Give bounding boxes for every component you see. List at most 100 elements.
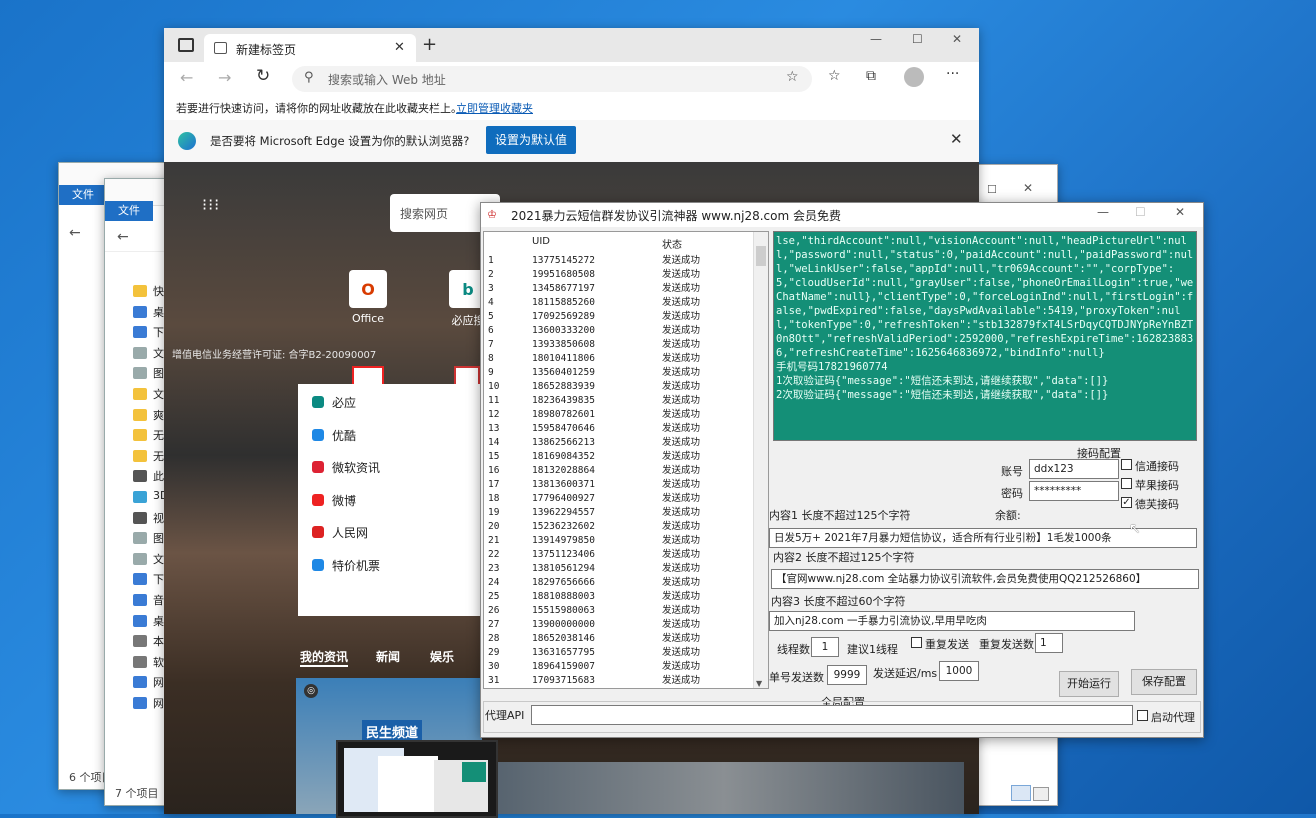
list-row[interactable]: 10 18652883939 发送成功 xyxy=(484,380,754,394)
settings-menu-icon[interactable]: ··· xyxy=(946,66,959,82)
file-tab[interactable]: 文件 xyxy=(59,185,107,205)
tree-item[interactable]: 文 xyxy=(153,386,164,402)
video-thumbnail[interactable] xyxy=(484,762,964,814)
tree-item[interactable]: 网 xyxy=(153,674,164,690)
list-row[interactable]: 27 13900000000 发送成功 xyxy=(484,618,754,632)
col-status[interactable]: 状态 xyxy=(662,236,682,251)
list-row[interactable]: 26 15515980063 发送成功 xyxy=(484,604,754,618)
list-row[interactable]: 17 13813600371 发送成功 xyxy=(484,478,754,492)
close-tab-icon[interactable]: ✕ xyxy=(394,40,405,55)
tree-item[interactable]: 无 xyxy=(153,448,164,464)
save-config-button[interactable]: 保存配置 xyxy=(1131,669,1197,695)
list-row[interactable]: 8 18010411806 发送成功 xyxy=(484,352,754,366)
list-row[interactable]: 13 15958470646 发送成功 xyxy=(484,422,754,436)
repeat-count-input[interactable]: 1 xyxy=(1035,633,1063,653)
list-row[interactable]: 19 13962294557 发送成功 xyxy=(484,506,754,520)
proxy-enable-checkbox[interactable] xyxy=(1137,710,1148,721)
repeat-checkbox[interactable] xyxy=(911,637,922,648)
tree-item[interactable]: 视 xyxy=(153,510,164,526)
add-favorite-icon[interactable]: ☆ xyxy=(786,69,799,85)
menu-item[interactable]: 人民网 xyxy=(332,524,368,541)
minimize-icon[interactable]: — xyxy=(1097,205,1109,219)
tree-item[interactable]: 音 xyxy=(153,592,164,608)
scroll-down-icon[interactable]: ▼ xyxy=(756,679,762,688)
back-icon[interactable]: ← xyxy=(180,68,193,87)
list-row[interactable]: 14 13862566213 发送成功 xyxy=(484,436,754,450)
tree-item[interactable]: 文 xyxy=(153,551,164,567)
close-icon[interactable]: ✕ xyxy=(1023,181,1033,195)
password-input[interactable]: ********* xyxy=(1029,481,1119,501)
set-default-button[interactable]: 设置为默认值 xyxy=(486,126,576,154)
tree-item[interactable]: 桌 xyxy=(153,613,164,629)
tree-item[interactable]: 图 xyxy=(153,365,164,381)
list-row[interactable]: 31 17093715683 发送成功 xyxy=(484,674,754,688)
list-row[interactable]: 21 13914979850 发送成功 xyxy=(484,534,754,548)
list-row[interactable]: 23 13810561294 发送成功 xyxy=(484,562,754,576)
list-row[interactable]: 4 18115885260 发送成功 xyxy=(484,296,754,310)
list-scrollbar[interactable]: ▼ xyxy=(753,232,768,688)
list-row[interactable]: 1 13775145272 发送成功 xyxy=(484,254,754,268)
list-row[interactable]: 25 18810888003 发送成功 xyxy=(484,590,754,604)
list-row[interactable]: 15 18169084352 发送成功 xyxy=(484,450,754,464)
tab-actions-icon[interactable] xyxy=(178,38,194,52)
tree-item[interactable]: 软 xyxy=(153,654,164,670)
single-count-input[interactable]: 9999 xyxy=(827,665,867,685)
apple-checkbox[interactable] xyxy=(1121,478,1132,489)
tree-item[interactable]: 下 xyxy=(153,324,164,340)
maximize-icon[interactable]: ☐ xyxy=(1135,205,1146,219)
back-arrow-icon[interactable]: ← xyxy=(69,225,81,241)
profile-avatar[interactable] xyxy=(904,67,924,87)
refresh-icon[interactable]: ↻ xyxy=(256,66,270,86)
tree-item[interactable]: 本 xyxy=(153,633,164,649)
forward-icon[interactable]: → xyxy=(218,68,231,87)
list-row[interactable]: 30 18964159007 发送成功 xyxy=(484,660,754,674)
tab-news[interactable]: 新闻 xyxy=(376,648,400,665)
apps-grid-icon[interactable]: ⁝⁝⁝ xyxy=(202,197,220,213)
threads-input[interactable]: 1 xyxy=(811,637,839,657)
tab-my-news[interactable]: 我的资讯 xyxy=(300,648,349,667)
back-arrow-icon[interactable]: ← xyxy=(117,229,129,245)
list-row[interactable]: 16 18132028864 发送成功 xyxy=(484,464,754,478)
proxy-input[interactable] xyxy=(531,705,1133,725)
minimize-icon[interactable]: — xyxy=(870,32,882,46)
content3-input[interactable]: 加入nj28.com 一手暴力引流协议,早用早吃肉 xyxy=(769,611,1135,631)
menu-item[interactable]: 微博 xyxy=(332,492,356,509)
tree-item[interactable]: 桌 xyxy=(153,304,164,320)
list-row[interactable]: 20 15236232602 发送成功 xyxy=(484,520,754,534)
maximize-icon[interactable]: ☐ xyxy=(987,183,997,196)
tile-office[interactable]: O Office xyxy=(342,270,394,325)
list-row[interactable]: 22 13751123406 发送成功 xyxy=(484,548,754,562)
list-row[interactable]: 3 13458677197 发送成功 xyxy=(484,282,754,296)
manage-favorites-link[interactable]: 立即管理收藏夹 xyxy=(456,100,533,116)
maximize-icon[interactable]: ☐ xyxy=(912,32,923,46)
tree-item[interactable]: 文 xyxy=(153,345,164,361)
menu-item[interactable]: 特价机票 xyxy=(332,557,380,574)
new-tab-icon[interactable]: + xyxy=(422,34,437,55)
menu-item[interactable]: 微软资讯 xyxy=(332,459,380,476)
file-tab[interactable]: 文件 xyxy=(105,201,153,221)
start-button[interactable]: 开始运行 xyxy=(1059,671,1119,697)
list-row[interactable]: 28 18652038146 发送成功 xyxy=(484,632,754,646)
tree-item[interactable]: 爽 xyxy=(153,407,164,423)
list-row[interactable]: 11 18236439835 发送成功 xyxy=(484,394,754,408)
content2-input[interactable]: 【官网www.nj28.com 全站暴力协议引流软件,会员免费使用QQ21252… xyxy=(771,569,1199,589)
col-uid[interactable]: UID xyxy=(532,236,550,247)
tree-item[interactable]: 无 xyxy=(153,427,164,443)
tree-item[interactable]: 下 xyxy=(153,571,164,587)
close-infobar-icon[interactable]: ✕ xyxy=(950,130,963,148)
list-row[interactable]: 9 13560401259 发送成功 xyxy=(484,366,754,380)
menu-item[interactable]: 优酷 xyxy=(332,427,356,444)
list-row[interactable]: 7 13933850608 发送成功 xyxy=(484,338,754,352)
tab-new-tab[interactable]: 新建标签页 ✕ xyxy=(204,34,416,62)
tab-entertainment[interactable]: 娱乐 xyxy=(430,648,454,665)
log-output[interactable]: lse,"thirdAccount":null,"visionAccount":… xyxy=(773,231,1197,441)
account-input[interactable]: ddx123 xyxy=(1029,459,1119,479)
list-row[interactable]: 2 19951680508 发送成功 xyxy=(484,268,754,282)
menu-item[interactable]: 必应 xyxy=(332,394,356,411)
address-bar[interactable]: ⚲ 搜索或输入 Web 地址 ☆ xyxy=(292,66,812,92)
list-row[interactable]: 12 18980782601 发送成功 xyxy=(484,408,754,422)
collections-icon[interactable]: ⧉ xyxy=(866,68,876,84)
list-row[interactable]: 29 13631657795 发送成功 xyxy=(484,646,754,660)
list-row[interactable]: 6 13600333200 发送成功 xyxy=(484,324,754,338)
xintong-checkbox[interactable] xyxy=(1121,459,1132,470)
